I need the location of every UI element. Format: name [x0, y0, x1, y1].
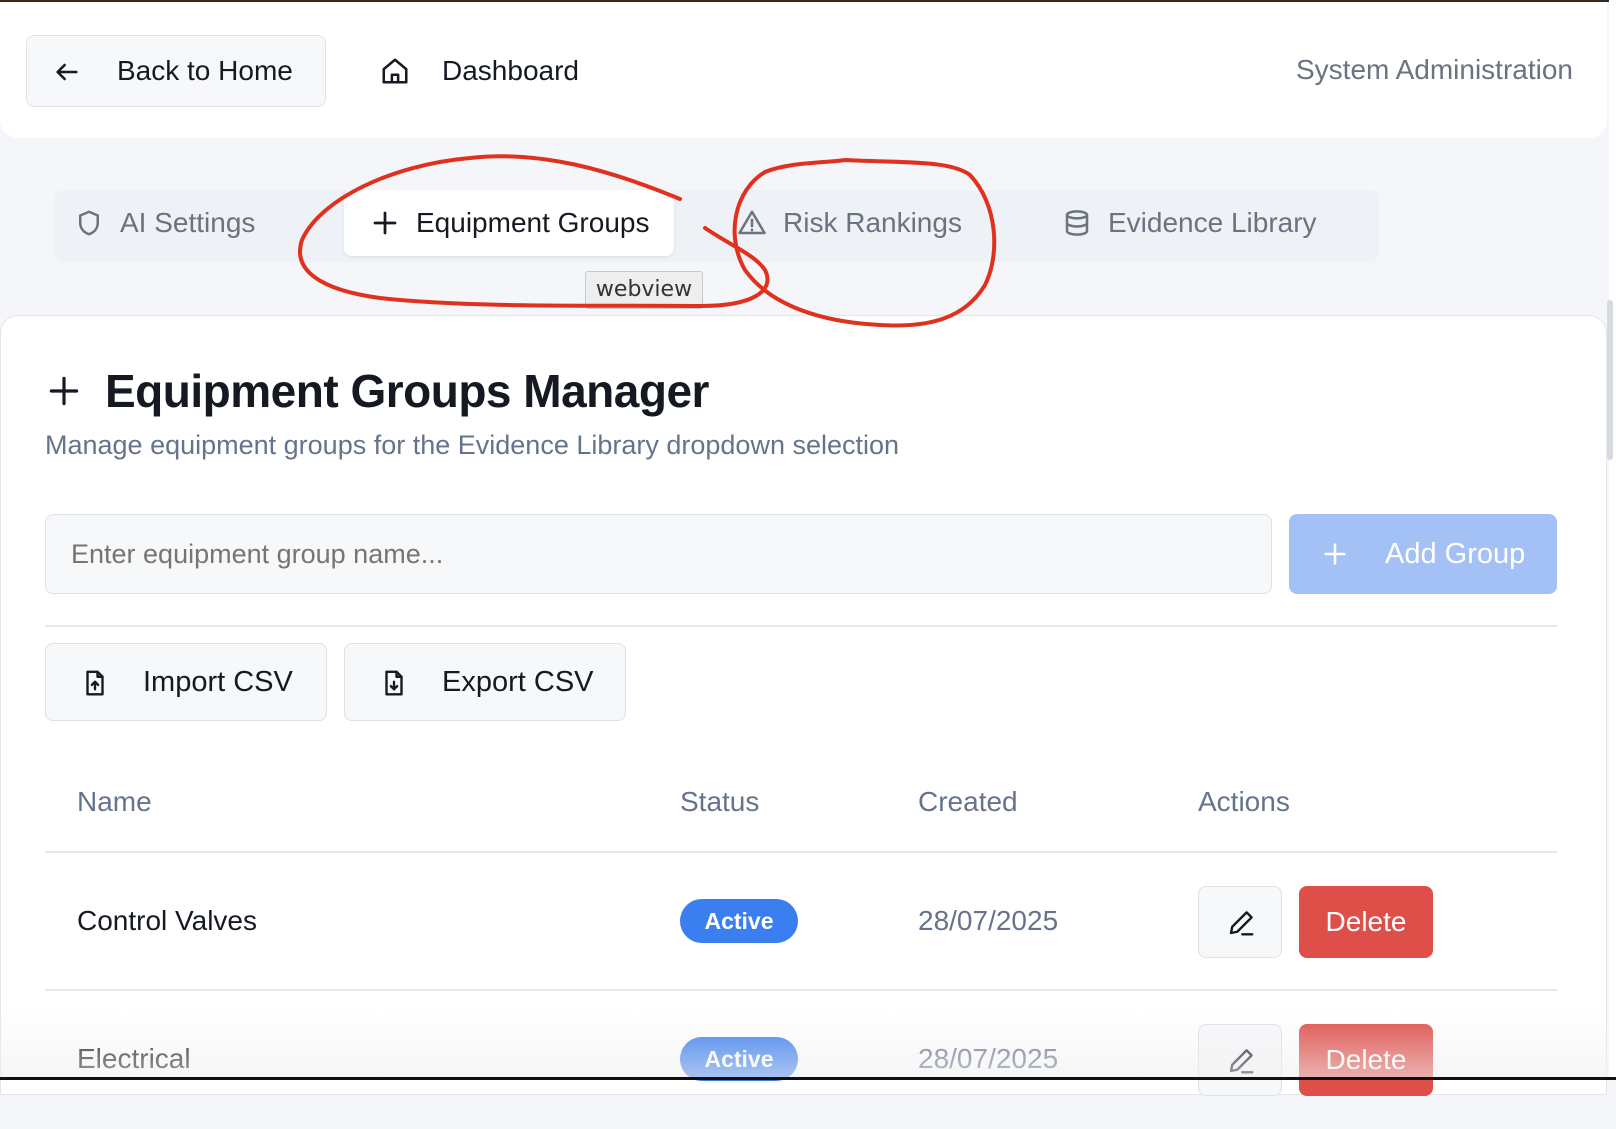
- status-badge: Active: [680, 1037, 798, 1081]
- back-to-home-label: Back to Home: [117, 55, 293, 86]
- column-header-actions: Actions: [1198, 786, 1290, 817]
- window-right-edge: [1609, 0, 1616, 1080]
- tab-risk-rankings[interactable]: Risk Rankings: [737, 190, 1002, 256]
- top-header: Back to Home Dashboard System Administra…: [0, 2, 1607, 138]
- tab-ai-settings[interactable]: AI Settings: [74, 190, 314, 256]
- database-icon: [1065, 210, 1089, 236]
- edit-button[interactable]: [1198, 886, 1282, 958]
- import-csv-label: Import CSV: [143, 666, 293, 698]
- dashboard-link[interactable]: Dashboard: [380, 35, 579, 107]
- add-group-button[interactable]: Add Group: [1289, 514, 1557, 594]
- tab-risk-rankings-label: Risk Rankings: [783, 207, 962, 238]
- export-csv-label: Export CSV: [442, 666, 594, 698]
- page-title: Equipment Groups Manager: [45, 364, 709, 418]
- tab-equipment-groups-label: Equipment Groups: [416, 207, 650, 238]
- column-header-name: Name: [77, 786, 152, 817]
- equipment-group-name-input[interactable]: [45, 514, 1272, 594]
- admin-tabs: AI Settings Equipment Groups Risk Rankin…: [54, 190, 1379, 262]
- pencil-icon: [1229, 911, 1254, 936]
- delete-button[interactable]: Delete: [1299, 1024, 1433, 1096]
- equipment-groups-panel: Equipment Groups Manager Manage equipmen…: [0, 315, 1607, 1096]
- scrollbar-thumb[interactable]: [1607, 300, 1613, 460]
- delete-button[interactable]: Delete: [1299, 886, 1433, 958]
- tab-equipment-groups[interactable]: Equipment Groups: [344, 190, 674, 256]
- page-subtitle: Manage equipment groups for the Evidence…: [45, 430, 900, 460]
- section-divider: [45, 625, 1557, 627]
- home-icon: [382, 58, 408, 84]
- row-name: Control Valves: [77, 905, 258, 936]
- warning-triangle-icon: [738, 210, 766, 235]
- arrow-left-icon: [56, 63, 78, 81]
- tab-evidence-library-label: Evidence Library: [1108, 207, 1317, 238]
- row-name: Electrical: [77, 1043, 191, 1074]
- file-download-icon: [385, 670, 403, 696]
- webview-tooltip: webview: [585, 271, 703, 309]
- edit-button[interactable]: [1198, 1024, 1282, 1096]
- plus-icon: [49, 376, 79, 406]
- row-created-date: 28/07/2025: [918, 905, 1059, 936]
- back-to-home-button[interactable]: Back to Home: [26, 35, 326, 107]
- file-upload-icon: [86, 670, 104, 696]
- row-created-date: 28/07/2025: [918, 1043, 1059, 1074]
- import-csv-button[interactable]: Import CSV: [45, 643, 327, 721]
- shield-icon: [79, 210, 99, 236]
- table-row: Control Valves Active 28/07/2025 Delete: [45, 853, 1557, 991]
- export-csv-button[interactable]: Export CSV: [344, 643, 626, 721]
- system-administration-label: System Administration: [1296, 54, 1573, 85]
- dashboard-label: Dashboard: [442, 55, 579, 86]
- plus-icon: [1324, 543, 1346, 565]
- status-badge: Active: [680, 899, 798, 943]
- column-header-status: Status: [680, 786, 760, 817]
- add-group-label: Add Group: [1385, 538, 1526, 570]
- column-header-created: Created: [918, 786, 1018, 817]
- page-title-text: Equipment Groups Manager: [105, 365, 709, 417]
- tab-evidence-library[interactable]: Evidence Library: [1062, 190, 1362, 256]
- tab-ai-settings-label: AI Settings: [120, 207, 256, 238]
- table-row: Electrical Active 28/07/2025 Delete: [45, 991, 1557, 1129]
- plus-icon: [373, 211, 397, 235]
- pencil-icon: [1229, 1049, 1254, 1074]
